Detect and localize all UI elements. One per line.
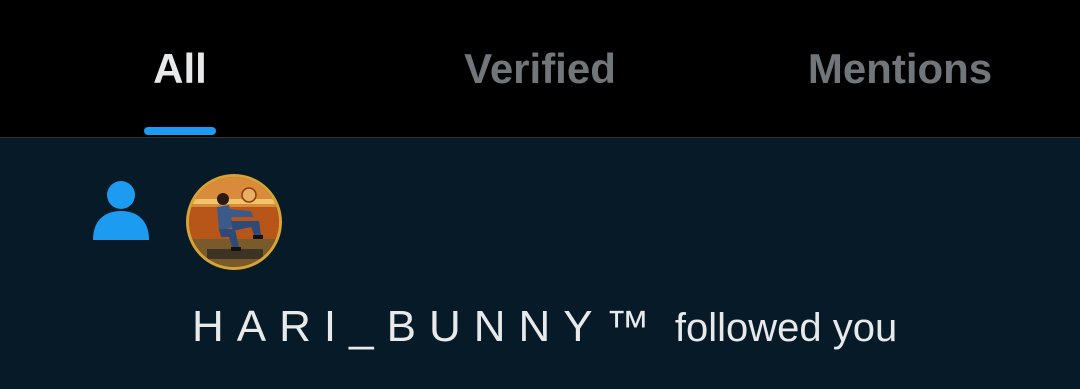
tab-verified[interactable]: Verified: [360, 0, 720, 138]
tab-verified-label: Verified: [464, 45, 616, 92]
person-icon: [93, 181, 149, 240]
notification-text: HARI_BUNNY™ followed you: [192, 301, 897, 354]
username[interactable]: HARI_BUNNY™: [192, 302, 663, 351]
tab-all[interactable]: All: [0, 0, 360, 138]
tab-mentions[interactable]: Mentions: [720, 0, 1080, 138]
action-text: followed you: [674, 306, 898, 350]
active-tab-indicator: [144, 127, 216, 135]
tab-all-label: All: [153, 45, 207, 92]
follow-notification[interactable]: HARI_BUNNY™ followed you: [0, 138, 1080, 389]
avatar-photo-icon: [189, 177, 279, 267]
tab-mentions-label: Mentions: [807, 45, 993, 92]
avatar[interactable]: [186, 174, 282, 270]
notification-tabs: All Verified Mentions: [0, 0, 1080, 138]
